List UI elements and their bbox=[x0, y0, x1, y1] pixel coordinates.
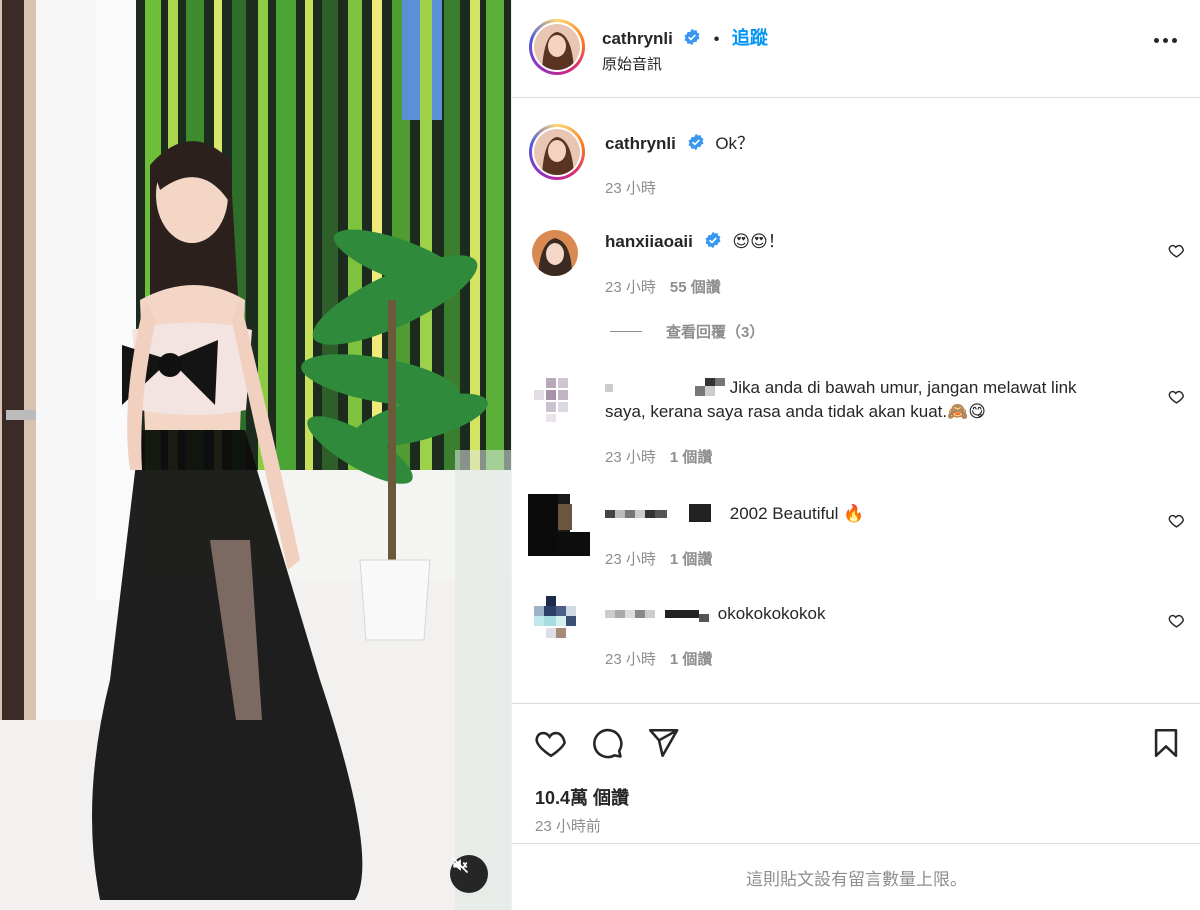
post-caption: cathrynli Ok？ 23 小時 bbox=[512, 122, 1200, 202]
comment-meta: 23 小時 1 個讚 bbox=[605, 648, 712, 669]
comment-time: 23 小時 bbox=[605, 651, 656, 668]
heart-icon[interactable] bbox=[1168, 388, 1185, 405]
comment-text-block: Jika anda di bawah umur, jangan melawat … bbox=[605, 376, 1141, 424]
post-details-panel: cathrynli • 追蹤 原始音訊 cathrynli Ok？ 23 小時 … bbox=[511, 0, 1200, 910]
more-options-icon[interactable] bbox=[1154, 38, 1177, 43]
view-replies-button[interactable]: 查看回覆（3） bbox=[610, 321, 764, 342]
mute-toggle-button[interactable] bbox=[450, 855, 488, 893]
comment-like-count[interactable]: 1 個讚 bbox=[670, 651, 713, 668]
muted-speaker-icon bbox=[451, 856, 469, 874]
heart-icon[interactable] bbox=[1168, 612, 1185, 629]
comment-text-line-2: saya, kerana saya rasa anda tidak akan k… bbox=[605, 402, 986, 421]
caption-time: 23 小時 bbox=[605, 180, 656, 197]
commenter-avatar[interactable] bbox=[532, 230, 578, 276]
bookmark-icon[interactable] bbox=[1149, 726, 1183, 760]
commenter-avatar[interactable] bbox=[534, 596, 578, 648]
commenter-avatar-image bbox=[532, 230, 578, 276]
heart-icon[interactable] bbox=[1168, 512, 1185, 529]
comment-time: 23 小時 bbox=[605, 449, 656, 466]
comment-text-row: hanxiiaoaii 😍😍！ bbox=[605, 230, 1141, 254]
comment-meta: 23 小時 55 個讚 bbox=[605, 276, 721, 297]
author-username[interactable]: cathrynli bbox=[602, 29, 673, 48]
comment-like-count[interactable]: 1 個讚 bbox=[670, 449, 713, 466]
obscured-username[interactable] bbox=[605, 378, 725, 396]
obscured-username[interactable] bbox=[605, 504, 725, 522]
obscured-username-pixels bbox=[605, 610, 709, 622]
comment-text: 2002 Beautiful 🔥 bbox=[729, 504, 865, 523]
verified-badge-icon bbox=[684, 28, 700, 46]
commenter-avatar[interactable] bbox=[532, 376, 578, 422]
like-heart-icon[interactable] bbox=[534, 726, 568, 760]
comment-text-line-1: Jika anda di bawah umur, jangan melawat … bbox=[605, 376, 1141, 400]
header-user-row: cathrynli • 追蹤 bbox=[602, 24, 768, 50]
comment-meta: 23 小時 1 個讚 bbox=[605, 446, 712, 467]
comment-item: hanxiiaoaii 😍😍！ 23 小時 55 個讚 bbox=[512, 228, 1200, 308]
caption-username[interactable]: cathrynli bbox=[605, 134, 676, 153]
heart-icon[interactable] bbox=[1168, 242, 1185, 259]
verified-badge-icon bbox=[688, 133, 704, 151]
comment-text: okokokokokok bbox=[717, 604, 826, 623]
caption-avatar[interactable] bbox=[529, 124, 585, 180]
view-replies-label: 查看回覆（3） bbox=[666, 324, 765, 341]
post-action-bar: 10.4萬 個讚 23 小時前 bbox=[512, 703, 1200, 843]
comment-time: 23 小時 bbox=[605, 279, 656, 296]
comment-like-count[interactable]: 1 個讚 bbox=[670, 551, 713, 568]
comment-meta: 23 小時 1 個讚 bbox=[605, 548, 712, 569]
caption-text: Ok？ bbox=[715, 134, 755, 153]
replies-divider-line bbox=[610, 331, 642, 332]
post-header: cathrynli • 追蹤 原始音訊 bbox=[512, 0, 1200, 98]
comment-text-row: okokokokokok bbox=[605, 602, 1141, 626]
caption-text-row: cathrynli Ok？ bbox=[605, 132, 1141, 156]
commenter-username[interactable]: hanxiiaoaii bbox=[605, 232, 693, 251]
original-audio-link[interactable]: 原始音訊 bbox=[602, 53, 662, 74]
comment-like-count[interactable]: 55 個讚 bbox=[670, 279, 721, 296]
author-avatar-image bbox=[534, 24, 580, 70]
comment-item: Jika anda di bawah umur, jangan melawat … bbox=[512, 374, 1200, 474]
verified-badge-icon bbox=[705, 231, 721, 249]
post-like-count[interactable]: 10.4萬 個讚 bbox=[535, 784, 629, 810]
share-icon[interactable] bbox=[646, 726, 680, 760]
comment-text: Jika anda di bawah umur, jangan melawat … bbox=[729, 378, 1077, 397]
post-timestamp[interactable]: 23 小時前 bbox=[535, 815, 601, 836]
obscured-username[interactable] bbox=[605, 604, 713, 622]
comment-text-row: 2002 Beautiful 🔥 bbox=[605, 502, 1141, 526]
comment-limit-notice: 這則貼文設有留言數量上限。 bbox=[512, 843, 1200, 910]
video-frame-illustration bbox=[0, 0, 511, 910]
post-video[interactable] bbox=[0, 0, 511, 910]
commenter-avatar[interactable] bbox=[528, 494, 590, 556]
comment-item: 2002 Beautiful 🔥 23 小時 1 個讚 bbox=[512, 494, 1200, 574]
obscured-username-pixels bbox=[605, 378, 725, 396]
comment-text: 😍😍！ bbox=[732, 232, 785, 251]
follow-button[interactable]: 追蹤 bbox=[732, 28, 768, 48]
obscured-username-pixels bbox=[605, 504, 711, 522]
author-avatar[interactable] bbox=[529, 19, 585, 75]
comment-item: okokokokokok 23 小時 1 個讚 bbox=[512, 594, 1200, 674]
caption-avatar-image bbox=[534, 129, 580, 175]
comment-icon[interactable] bbox=[590, 726, 624, 760]
separator-dot: • bbox=[713, 31, 720, 48]
comment-time: 23 小時 bbox=[605, 551, 656, 568]
